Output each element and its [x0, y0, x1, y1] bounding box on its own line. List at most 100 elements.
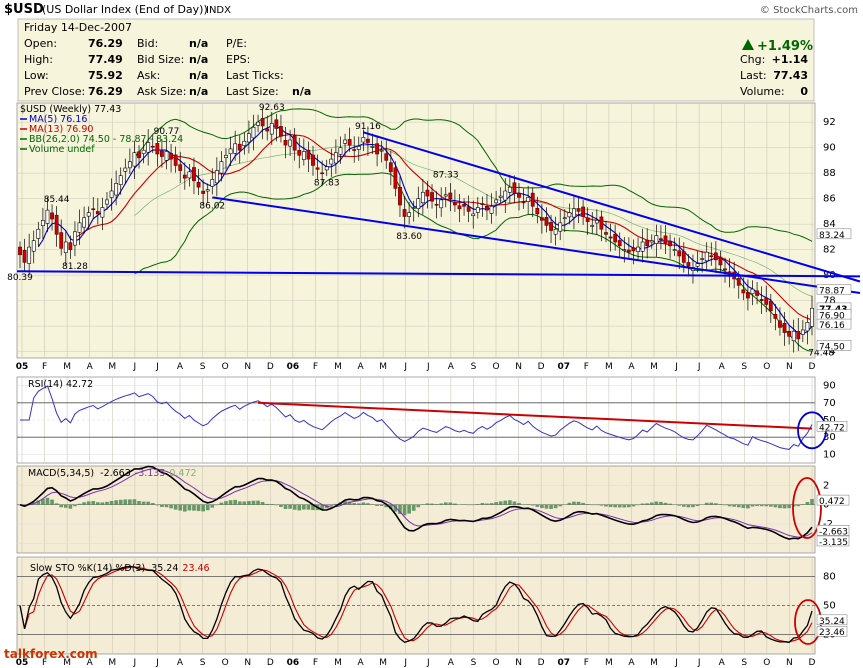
macd-histogram-bar — [105, 501, 109, 505]
macd-histogram-bar — [549, 504, 553, 509]
candle-body — [338, 147, 343, 155]
macd-histogram-bar — [526, 504, 530, 505]
month-label: M — [334, 362, 342, 372]
macd-histogram-bar — [494, 502, 498, 505]
candle-body — [480, 203, 485, 205]
macd-histogram-bar — [654, 501, 659, 505]
candle-body — [439, 199, 444, 209]
macd-histogram-bar — [187, 504, 192, 511]
macd-histogram-bar — [302, 504, 306, 510]
macd-histogram-bar — [132, 499, 137, 505]
macd-histogram-bar — [453, 503, 457, 505]
price-annotation: 85.44 — [44, 195, 70, 205]
macd-histogram-bar — [558, 504, 563, 507]
candle-body — [677, 250, 682, 257]
macd-histogram-bar — [91, 501, 96, 505]
right-value-label: 83.24 — [819, 231, 845, 241]
price-annotation: 81.28 — [62, 262, 88, 272]
quote-value: 77.43 — [773, 69, 808, 82]
month-label: M — [379, 362, 387, 372]
macd-histogram-bar — [173, 504, 178, 510]
month-label: 07 — [557, 362, 570, 372]
month-label: O — [492, 362, 499, 372]
candle-body — [622, 249, 627, 251]
candle-body — [590, 225, 595, 227]
candle-body — [265, 128, 270, 132]
candle-body — [430, 192, 434, 202]
macd-histogram-bar — [224, 501, 228, 505]
macd-histogram-bar — [759, 504, 764, 507]
candle-body — [311, 154, 315, 166]
macd-histogram-bar — [205, 504, 210, 511]
candle-body — [796, 331, 801, 340]
macd-histogram-bar — [768, 504, 773, 507]
macd-histogram-bar — [50, 499, 54, 505]
macd-tick-label: 2 — [823, 480, 829, 491]
stochastic-legend: Slow STO %K(14) %D(3) 35.24 23.46 — [30, 563, 210, 574]
candle-body — [778, 320, 782, 328]
candle-body — [448, 192, 453, 199]
macd-histogram-bar — [73, 504, 77, 507]
candle-body — [498, 195, 503, 198]
macd-histogram-bar — [691, 504, 695, 508]
candle-body — [50, 212, 54, 220]
month-label: J — [133, 658, 137, 668]
macd-histogram-bar — [810, 499, 814, 505]
candle-body — [164, 151, 169, 161]
macd-histogram-bar — [288, 504, 292, 509]
macd-histogram-bar — [503, 500, 508, 505]
quote-label: Bid: — [137, 37, 158, 50]
quote-value: 75.92 — [88, 69, 123, 82]
macd-histogram-bar — [141, 501, 146, 505]
macd-legend-hist: 0.472 — [169, 468, 196, 479]
candle-body — [283, 140, 288, 146]
macd-histogram-bar — [251, 500, 256, 505]
candle-body — [160, 150, 164, 157]
candle-body — [704, 251, 709, 262]
candle-body — [581, 206, 586, 217]
month-label: M — [108, 362, 116, 372]
macd-histogram-bar — [562, 504, 567, 505]
macd-histogram-bar — [498, 501, 503, 505]
candle-body — [306, 149, 311, 160]
month-label: A — [357, 658, 364, 668]
right-value-label: 76.16 — [819, 321, 845, 331]
candle-body — [709, 255, 714, 257]
right-value-label: 74.50 — [819, 342, 845, 352]
macd-histogram-bar — [613, 504, 617, 508]
quote-value: 76.29 — [88, 37, 123, 50]
macd-histogram-bar — [677, 504, 682, 506]
macd-histogram-bar — [686, 504, 691, 508]
price-annotation: 86.02 — [199, 201, 225, 211]
right-value-label: 78.87 — [819, 287, 845, 297]
month-label: N — [786, 658, 793, 668]
month-label: M — [650, 362, 658, 372]
candle-body — [755, 290, 759, 296]
month-label: N — [244, 658, 251, 668]
macd-histogram-bar — [672, 504, 677, 506]
candle-body — [636, 246, 640, 252]
month-label: J — [155, 362, 159, 372]
macd-histogram-bar — [178, 504, 183, 511]
macd-histogram-bar — [109, 500, 114, 505]
macd-histogram-bar — [196, 504, 201, 512]
candle-body — [736, 278, 741, 286]
quote-value: 0 — [800, 85, 808, 98]
macd-histogram-bar — [636, 504, 640, 506]
candle-body — [466, 206, 471, 212]
macd-histogram-bar — [160, 504, 164, 508]
macd-histogram-bar — [544, 504, 549, 509]
macd-histogram-bar — [681, 504, 686, 507]
candle-body — [224, 154, 228, 158]
macd-legend-macd: -2.663 — [100, 468, 131, 479]
candle-body — [393, 167, 398, 189]
month-label: O — [492, 658, 499, 668]
candle-body — [210, 179, 215, 187]
macd-histogram-bar — [617, 504, 622, 508]
candle-body — [640, 241, 645, 252]
macd-histogram-bar — [379, 504, 384, 507]
candle-body — [274, 119, 279, 129]
macd-histogram-bar — [411, 504, 416, 511]
macd-histogram-bar — [434, 504, 439, 505]
candle-body — [18, 246, 22, 256]
